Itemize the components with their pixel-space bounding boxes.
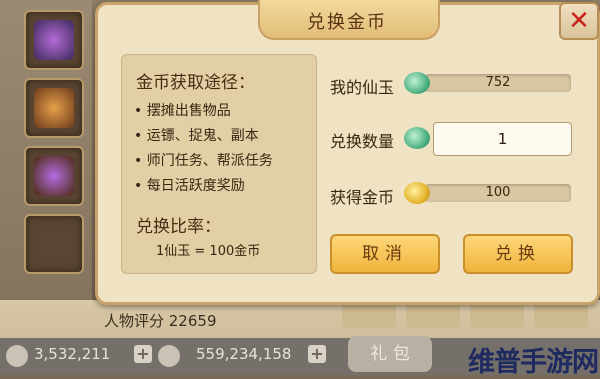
character-rating: 人物评分 22659 [104,312,217,330]
belt-item-icon [34,156,74,196]
item-slot[interactable] [24,78,84,138]
coin-icon [158,345,180,367]
item-slot[interactable] [24,146,84,206]
add-currency-button[interactable]: + [308,345,326,363]
gold-source-item: • 师门任务、帮派任务 [134,153,273,169]
cancel-button[interactable]: 取消 [330,234,440,274]
my-jade-value: 752 [425,74,571,92]
watermark-text: 维普手游网 [468,347,599,378]
exchange-qty-input[interactable]: 1 [433,122,572,156]
item-slot[interactable] [24,10,84,70]
jade-icon [404,72,430,94]
close-button[interactable]: ✕ [559,2,599,40]
gold-source-heading: 金币获取途径： [136,73,255,93]
armor-item-icon [34,20,74,60]
gain-gold-label: 获得金币 [330,188,395,207]
empty-item-slot[interactable] [24,214,84,274]
currency-value: 3,532,211 [34,345,111,363]
inventory-column [0,0,92,300]
currency-value: 559,234,158 [196,345,292,363]
confirm-exchange-button[interactable]: 兑换 [463,234,573,274]
gift-button[interactable]: 礼 包 [348,336,432,372]
gold-coin-icon [404,182,430,204]
bow-item-icon [34,88,74,128]
dialog-title: 兑换金币 [307,12,387,33]
jade-icon [404,127,430,149]
gold-source-item: • 每日活跃度奖励 [134,178,245,194]
exchange-qty-label: 兑换数量 [330,132,395,151]
coin-icon [6,345,28,367]
rate-value: 1仙玉 = 100金币 [156,244,261,259]
gold-source-item: • 运镖、捉鬼、副本 [134,128,259,144]
my-jade-label: 我的仙玉 [330,78,395,97]
gain-gold-value: 100 [425,184,571,202]
add-currency-button[interactable]: + [134,345,152,363]
rate-heading: 兑换比率： [136,217,221,237]
close-x-icon: ✕ [568,6,590,36]
gold-source-item: • 摆摊出售物品 [134,103,231,119]
